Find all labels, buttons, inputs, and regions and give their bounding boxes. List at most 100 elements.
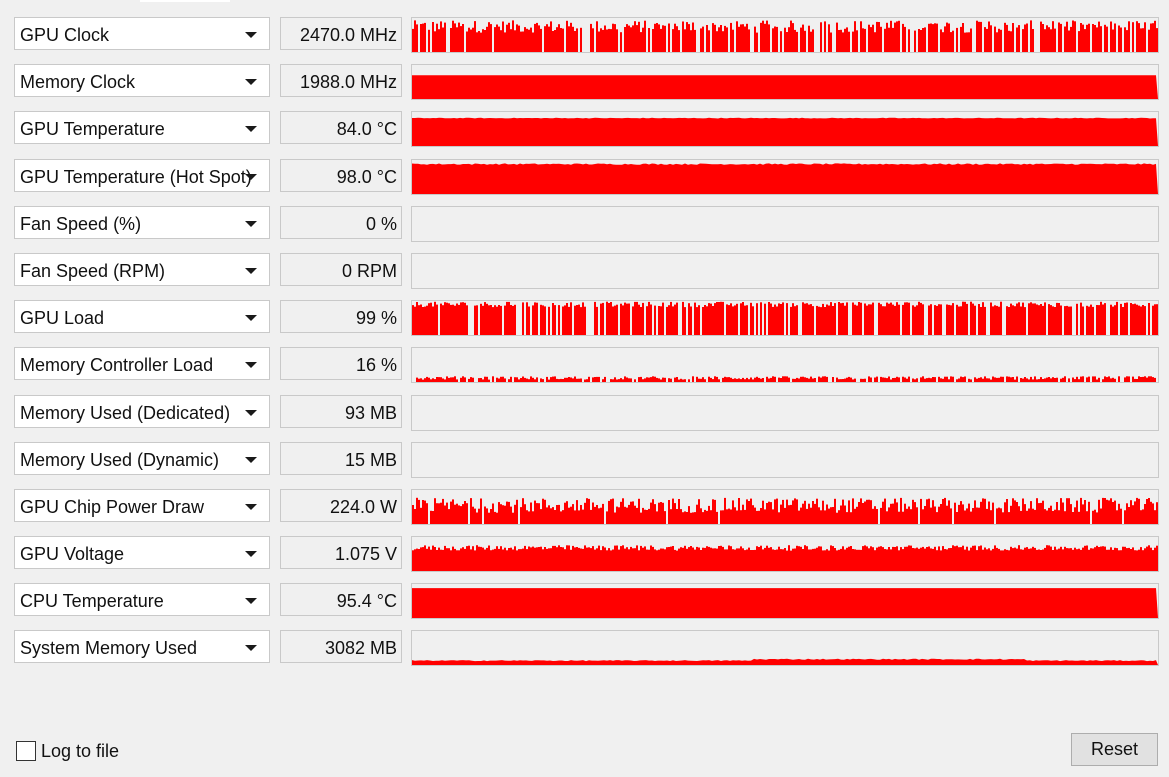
graph-bar [936, 306, 938, 336]
graph-bar [742, 302, 744, 336]
sensor-dropdown[interactable]: GPU Temperature [14, 111, 270, 145]
sensor-dropdown[interactable]: CPU Temperature [14, 583, 270, 617]
sensor-dropdown[interactable]: Fan Speed (%) [14, 205, 270, 239]
sensor-dropdown[interactable]: Fan Speed (RPM) [14, 252, 270, 286]
graph-bar [922, 28, 924, 52]
graph-bar [1090, 304, 1092, 336]
sensor-dropdown[interactable]: GPU Temperature (Hot Spot) [14, 158, 270, 192]
graph-bar [864, 379, 866, 383]
chevron-down-icon[interactable] [245, 362, 257, 369]
graph-bar [1108, 549, 1110, 572]
graph-bar [1116, 548, 1118, 572]
graph-bar [956, 27, 958, 52]
graph-bar [550, 548, 552, 572]
graph-bar [690, 306, 692, 336]
graph-bar [994, 26, 996, 52]
graph-bar [1028, 508, 1030, 524]
sensor-dropdown[interactable]: Memory Used (Dedicated) [14, 394, 270, 428]
chevron-down-icon[interactable] [245, 598, 257, 605]
sensor-dropdown[interactable]: Memory Controller Load [14, 347, 270, 381]
graph-bar [1074, 379, 1076, 383]
graph-bar [786, 550, 788, 572]
graph-bar [672, 498, 674, 524]
sensor-dropdown[interactable]: GPU Chip Power Draw [14, 488, 270, 522]
graph-bar [532, 378, 534, 383]
sensor-list: GPU Clock 2470.0 MHz Memory Clock 1988.0 MH… [14, 17, 1159, 678]
graph-bar [612, 379, 614, 383]
chevron-down-icon[interactable] [245, 173, 257, 180]
graph-bar [568, 377, 570, 383]
graph-bar [662, 548, 664, 572]
graph-bar [888, 27, 890, 52]
chevron-down-icon[interactable] [245, 267, 257, 274]
chevron-down-icon[interactable] [245, 645, 257, 652]
graph-bar [602, 303, 604, 336]
chevron-down-icon[interactable] [245, 32, 257, 38]
sensor-value-box: 3082 MB [280, 630, 402, 664]
graph-bar [882, 306, 884, 336]
graph-bar [578, 510, 580, 524]
graph-bar [584, 502, 586, 524]
graph-bar [640, 307, 642, 336]
graph-bar [856, 305, 858, 336]
graph-bar [564, 502, 566, 524]
sensor-dropdown[interactable]: GPU Voltage [14, 536, 270, 570]
sensor-dropdown[interactable]: Memory Used (Dynamic) [14, 441, 270, 475]
chevron-down-icon[interactable] [245, 503, 257, 510]
graph-bar [536, 502, 538, 524]
graph-bar [432, 378, 434, 383]
graph-bar [570, 22, 572, 52]
graph-bar [1070, 548, 1072, 572]
chevron-down-icon[interactable] [245, 409, 257, 416]
graph-bar [922, 509, 924, 524]
graph-bar [740, 510, 742, 524]
graph-bar [1042, 306, 1044, 336]
graph-bar [780, 504, 782, 524]
graph-bar [450, 28, 452, 52]
graph-bar [630, 501, 632, 524]
graph-bar [1074, 507, 1076, 524]
sensor-dropdown[interactable]: GPU Clock [14, 17, 270, 50]
graph-bar [564, 549, 566, 572]
graph-bar [874, 32, 876, 52]
graph-bar [526, 302, 528, 336]
graph-bar [624, 302, 626, 336]
graph-bar [906, 508, 908, 524]
sensor-dropdown[interactable]: GPU Load [14, 300, 270, 334]
graph-bar [580, 27, 582, 52]
checkbox-box[interactable] [16, 741, 36, 761]
graph-bar [774, 26, 776, 52]
chevron-down-icon[interactable] [245, 220, 257, 227]
log-to-file-checkbox[interactable]: Log to file [16, 739, 119, 763]
graph-bar [636, 302, 638, 336]
graph-bar [436, 503, 438, 524]
graph-bar [620, 378, 622, 383]
sensor-graph [411, 441, 1159, 478]
chevron-down-icon[interactable] [245, 315, 257, 322]
graph-bar [712, 548, 714, 572]
graph-bar [936, 23, 938, 52]
graph-bar [550, 377, 552, 383]
graph-bar [566, 303, 568, 336]
graph-bar [558, 305, 560, 336]
chevron-down-icon[interactable] [245, 551, 257, 558]
graph-bar [742, 378, 744, 383]
graph-bar [682, 547, 684, 572]
chevron-down-icon[interactable] [245, 79, 257, 86]
chevron-down-icon[interactable] [245, 456, 257, 463]
graph-bar [1020, 306, 1022, 336]
graph-bar [876, 21, 878, 52]
sensor-dropdown[interactable]: System Memory Used [14, 630, 270, 664]
graph-bar [522, 548, 524, 572]
graph-bar [870, 500, 872, 524]
sensor-graph-plot [412, 118, 1158, 147]
chevron-down-icon[interactable] [245, 126, 257, 133]
reset-button[interactable]: Reset [1071, 733, 1158, 766]
graph-bar [658, 502, 660, 524]
sensor-dropdown[interactable]: Memory Clock [14, 64, 270, 98]
graph-bar [512, 512, 514, 524]
graph-bar [768, 24, 770, 52]
graph-bar [412, 504, 414, 524]
sensor-row: GPU Chip Power Draw 224.0 W [14, 488, 1159, 536]
graph-bar [506, 302, 508, 336]
